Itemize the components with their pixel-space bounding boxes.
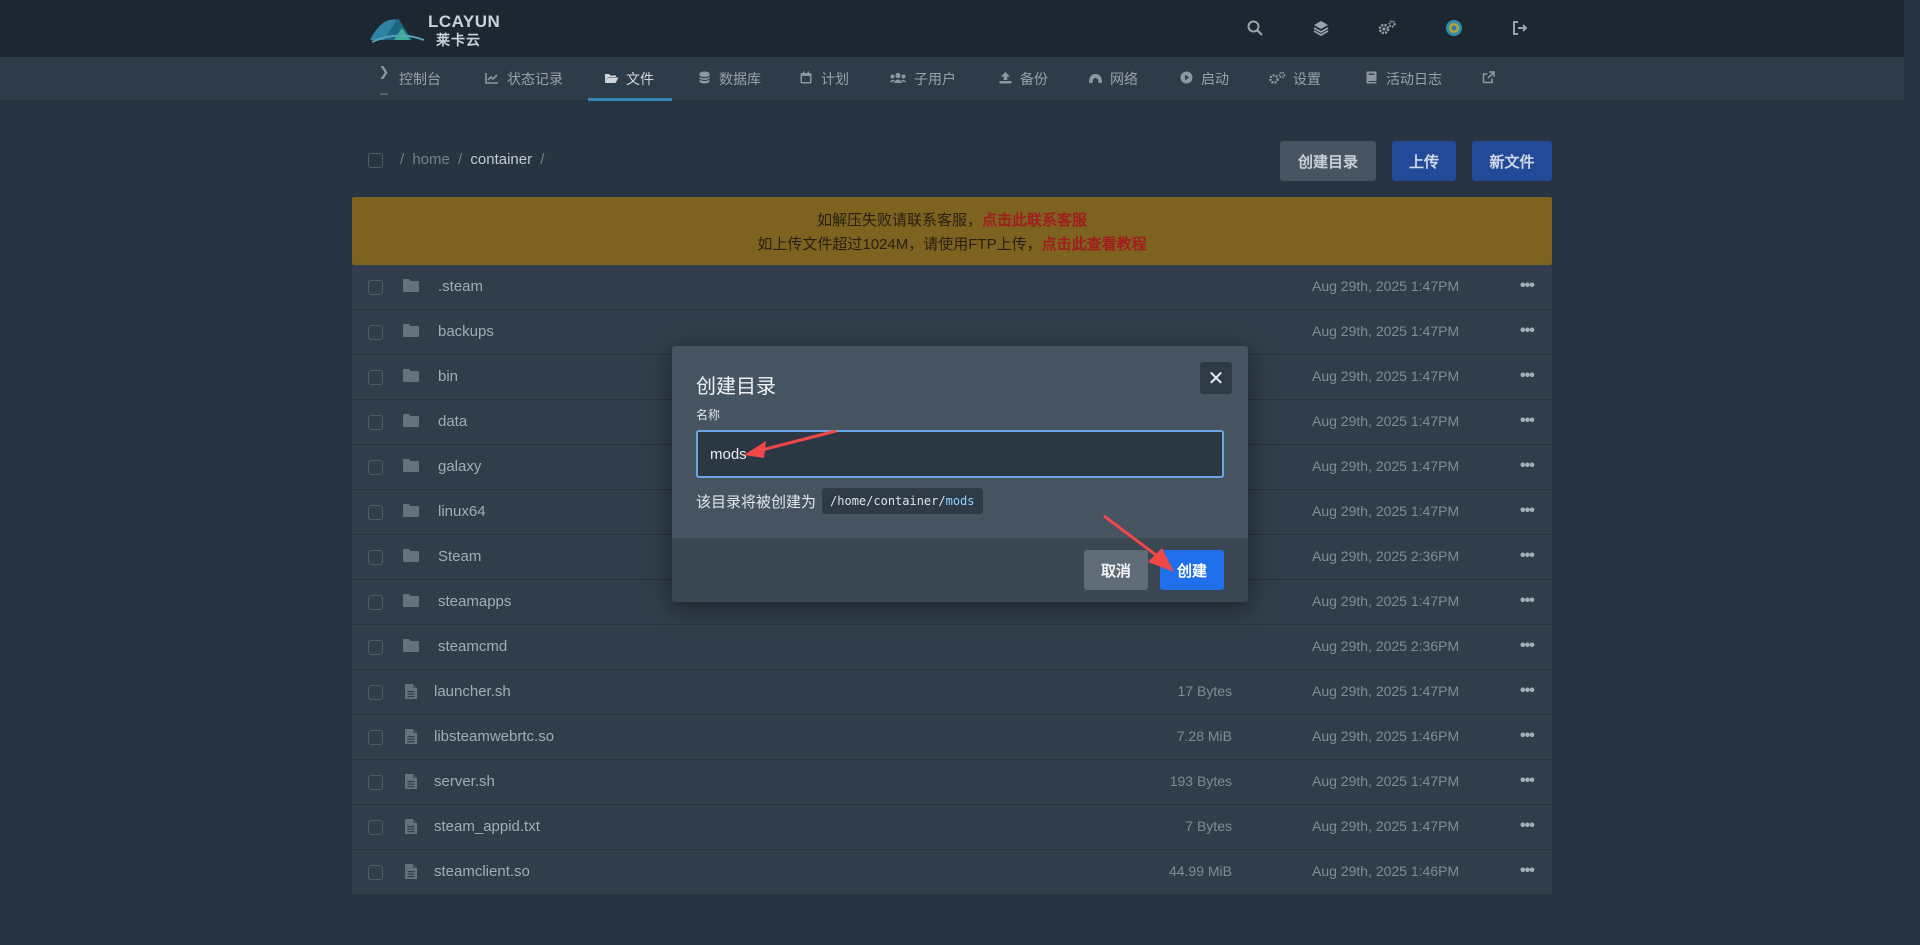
create-button[interactable]: 创建 [1160, 550, 1224, 590]
close-icon[interactable]: ✕ [1200, 362, 1232, 394]
path-hint: 该目录将被创建为 /home/container/mods [696, 488, 983, 514]
path-preview: /home/container/mods [822, 488, 983, 514]
path-name: mods [945, 494, 975, 508]
cancel-button[interactable]: 取消 [1084, 550, 1148, 590]
name-field-label: 名称 [696, 408, 721, 422]
modal-footer: 取消 创建 [672, 538, 1248, 602]
create-directory-modal: 创建目录 ✕ 名称 该目录将被创建为 /home/container/mods … [672, 346, 1248, 602]
directory-name-input[interactable] [696, 430, 1224, 478]
path-prefix: /home/container/ [830, 494, 946, 508]
modal-title: 创建目录 [696, 376, 776, 398]
path-hint-text: 该目录将被创建为 [696, 493, 817, 511]
